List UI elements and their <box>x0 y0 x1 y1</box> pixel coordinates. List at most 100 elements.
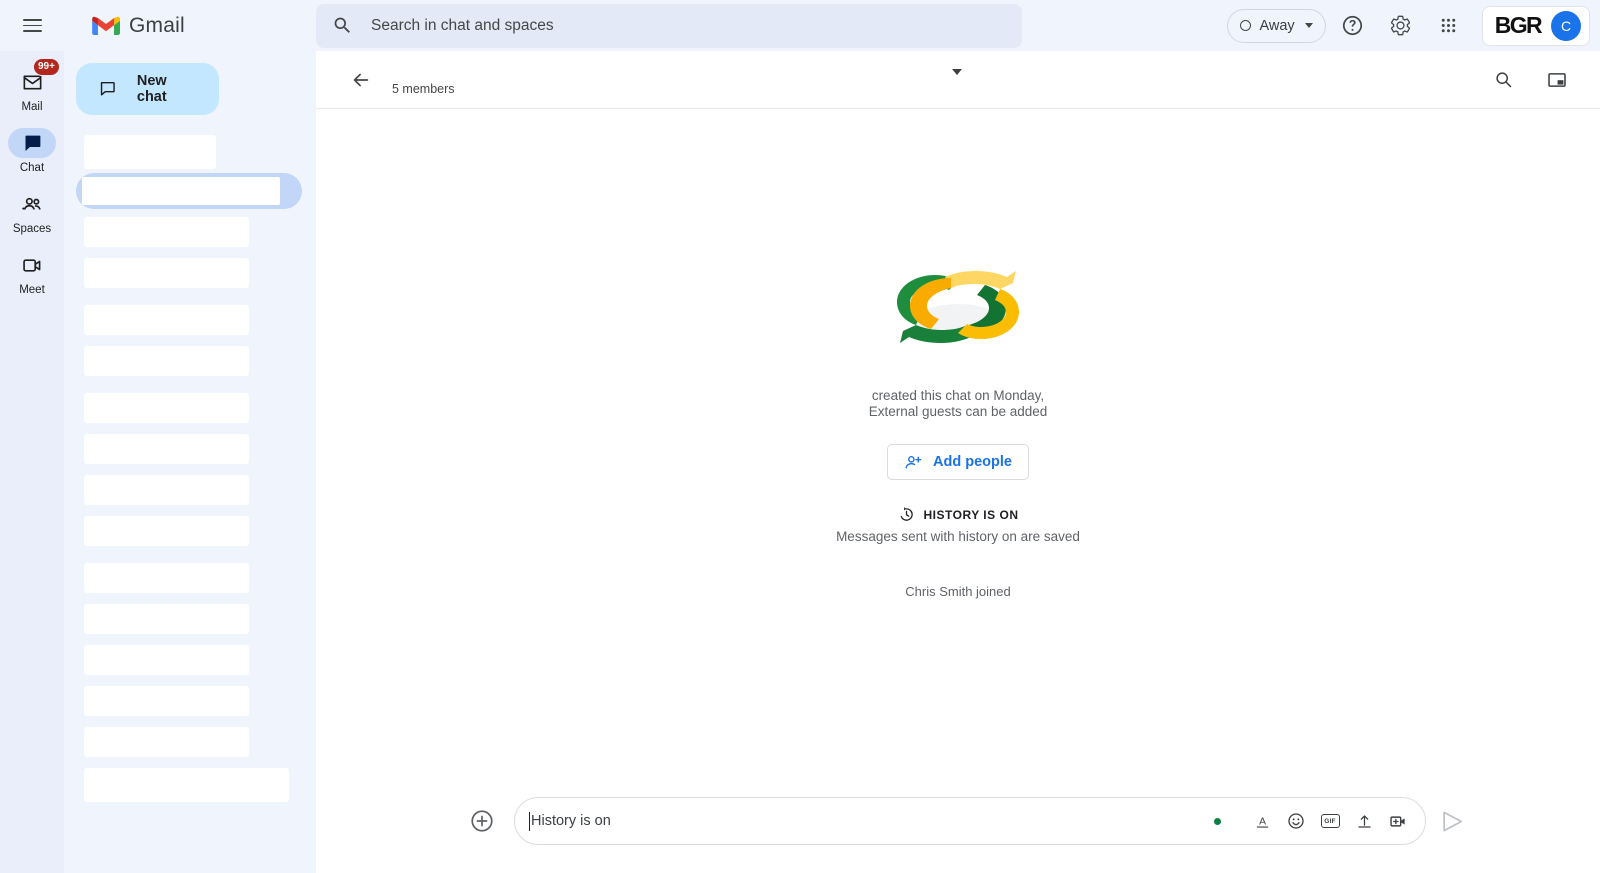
account-box[interactable]: BGR C <box>1481 5 1590 46</box>
chat-list-panel: New chat <box>64 51 316 873</box>
conversation-member-count: 5 members <box>392 81 455 96</box>
add-people-button[interactable]: Add people <box>887 444 1029 481</box>
settings-button[interactable] <box>1380 5 1422 47</box>
conversation-header: 5 members <box>316 51 1600 109</box>
rail-item-chat[interactable]: Chat <box>0 128 64 174</box>
system-event-message: Chris Smith joined <box>905 584 1011 600</box>
video-camera-icon <box>22 258 40 272</box>
gmail-chat-app: Gmail Search in chat and spaces Away BGR… <box>0 0 1600 873</box>
top-bar-right: Away BGR C <box>1227 5 1600 47</box>
add-people-label: Add people <box>933 454 1012 471</box>
chat-list-item[interactable] <box>84 258 249 288</box>
chat-list-item[interactable] <box>84 768 289 802</box>
chat-list-item[interactable] <box>84 563 249 593</box>
spaces-people-icon <box>21 197 41 210</box>
format-text-icon: A <box>1256 816 1268 828</box>
app-body: 99+ Mail Chat Spaces Meet New chat 5 mem… <box>0 51 1600 873</box>
emoji-icon <box>1288 813 1304 829</box>
rail-pill-chat <box>8 128 56 158</box>
history-status-row: HISTORY IS ON <box>898 506 1019 523</box>
new-chat-button[interactable]: New chat <box>76 63 219 115</box>
person-add-icon <box>905 455 922 469</box>
conversation-title-column[interactable]: 5 members <box>392 64 1482 96</box>
gmail-logo-icon <box>92 16 120 35</box>
avatar[interactable]: C <box>1551 10 1581 41</box>
conversation-title <box>392 64 1482 79</box>
two-interlocking-chat-bubble-rings-illustration <box>882 253 1034 366</box>
send-button[interactable] <box>1432 801 1472 841</box>
chevron-down-icon <box>1304 23 1313 28</box>
chat-list-item[interactable] <box>84 727 249 757</box>
chat-list-item[interactable] <box>84 305 249 335</box>
message-input[interactable]: History is on A GIF <box>514 797 1426 845</box>
rail-label-meet: Meet <box>19 284 45 296</box>
status-selector[interactable]: Away <box>1227 8 1326 43</box>
created-chat-line-1: created this chat on Monday, <box>871 387 1045 403</box>
format-text-button[interactable]: A <box>1247 806 1277 836</box>
rail-pill-meet <box>8 250 56 280</box>
chat-list-skeleton <box>64 135 316 802</box>
svg-text:A: A <box>1259 816 1266 827</box>
navigation-rail: 99+ Mail Chat Spaces Meet <box>0 51 64 873</box>
emoji-button[interactable] <box>1281 806 1311 836</box>
created-chat-line-2: External guests can be added <box>868 404 1048 419</box>
apps-grid-icon <box>1441 18 1456 33</box>
chat-list-item[interactable] <box>84 645 249 675</box>
rail-label-chat: Chat <box>19 162 45 174</box>
search-icon <box>334 17 350 33</box>
search-wrapper: Search in chat and spaces <box>316 3 1227 48</box>
upload-file-icon <box>1357 814 1371 828</box>
conversation-header-icons <box>1482 59 1578 101</box>
chat-list-item[interactable] <box>84 475 249 505</box>
search-input[interactable]: Search in chat and spaces <box>316 3 1022 48</box>
message-placeholder: History is on <box>531 813 611 829</box>
history-on-indicator-dot <box>1214 817 1221 825</box>
chat-list-item[interactable] <box>84 393 249 423</box>
chat-bubble-outline-icon <box>100 81 115 96</box>
conversation-panel: 5 members created this chat on Monday, E… <box>316 51 1600 873</box>
gear-icon <box>1391 15 1411 36</box>
conversation-title-chevron-down-icon[interactable] <box>952 69 962 75</box>
chat-list-item[interactable] <box>84 217 249 247</box>
gif-button[interactable]: GIF <box>1315 806 1345 836</box>
conversation-search-button[interactable] <box>1482 59 1524 101</box>
status-label: Away <box>1259 17 1295 34</box>
chat-list-item[interactable] <box>84 346 249 376</box>
top-bar: Gmail Search in chat and spaces Away BGR… <box>0 0 1600 51</box>
upload-file-button[interactable] <box>1349 806 1379 836</box>
new-chat-label: New chat <box>136 73 167 105</box>
rail-pill-mail: 99+ <box>8 58 60 97</box>
add-video-meeting-button[interactable] <box>1383 806 1413 836</box>
rail-label-mail: Mail <box>21 101 43 113</box>
brand[interactable]: Gmail <box>64 0 316 51</box>
composer-area: History is on A GIF <box>316 783 1600 873</box>
history-status-subtitle: Messages sent with history on are saved <box>836 529 1080 545</box>
chat-list-item[interactable] <box>84 135 216 169</box>
back-button[interactable] <box>344 63 378 97</box>
hamburger-menu-icon[interactable] <box>0 0 64 51</box>
chat-list-item-placeholder <box>82 177 280 205</box>
rail-pill-spaces <box>8 189 56 219</box>
add-video-meeting-icon <box>1389 815 1405 827</box>
rail-item-mail[interactable]: 99+ Mail <box>0 58 64 113</box>
mail-unread-badge: 99+ <box>33 58 60 76</box>
brand-name: Gmail <box>129 13 185 37</box>
chat-list-item-selected[interactable] <box>76 173 302 209</box>
chat-list-item[interactable] <box>84 434 249 464</box>
chat-list-item[interactable] <box>84 516 249 546</box>
open-in-window-button[interactable] <box>1536 59 1578 101</box>
add-attachment-button[interactable] <box>462 801 502 841</box>
hamburger-bars <box>22 15 42 36</box>
back-arrow-icon <box>353 73 369 86</box>
org-logo: BGR <box>1494 12 1543 38</box>
help-button[interactable] <box>1332 5 1374 47</box>
chat-list-item[interactable] <box>84 604 249 634</box>
rail-item-meet[interactable]: Meet <box>0 250 64 296</box>
help-circle-icon <box>1343 15 1363 36</box>
chat-bubble-icon <box>25 135 40 151</box>
chat-list-item[interactable] <box>84 686 249 716</box>
rail-label-spaces: Spaces <box>12 223 52 235</box>
google-apps-button[interactable] <box>1428 5 1470 47</box>
add-circle-icon <box>471 810 493 832</box>
rail-item-spaces[interactable]: Spaces <box>0 189 64 235</box>
